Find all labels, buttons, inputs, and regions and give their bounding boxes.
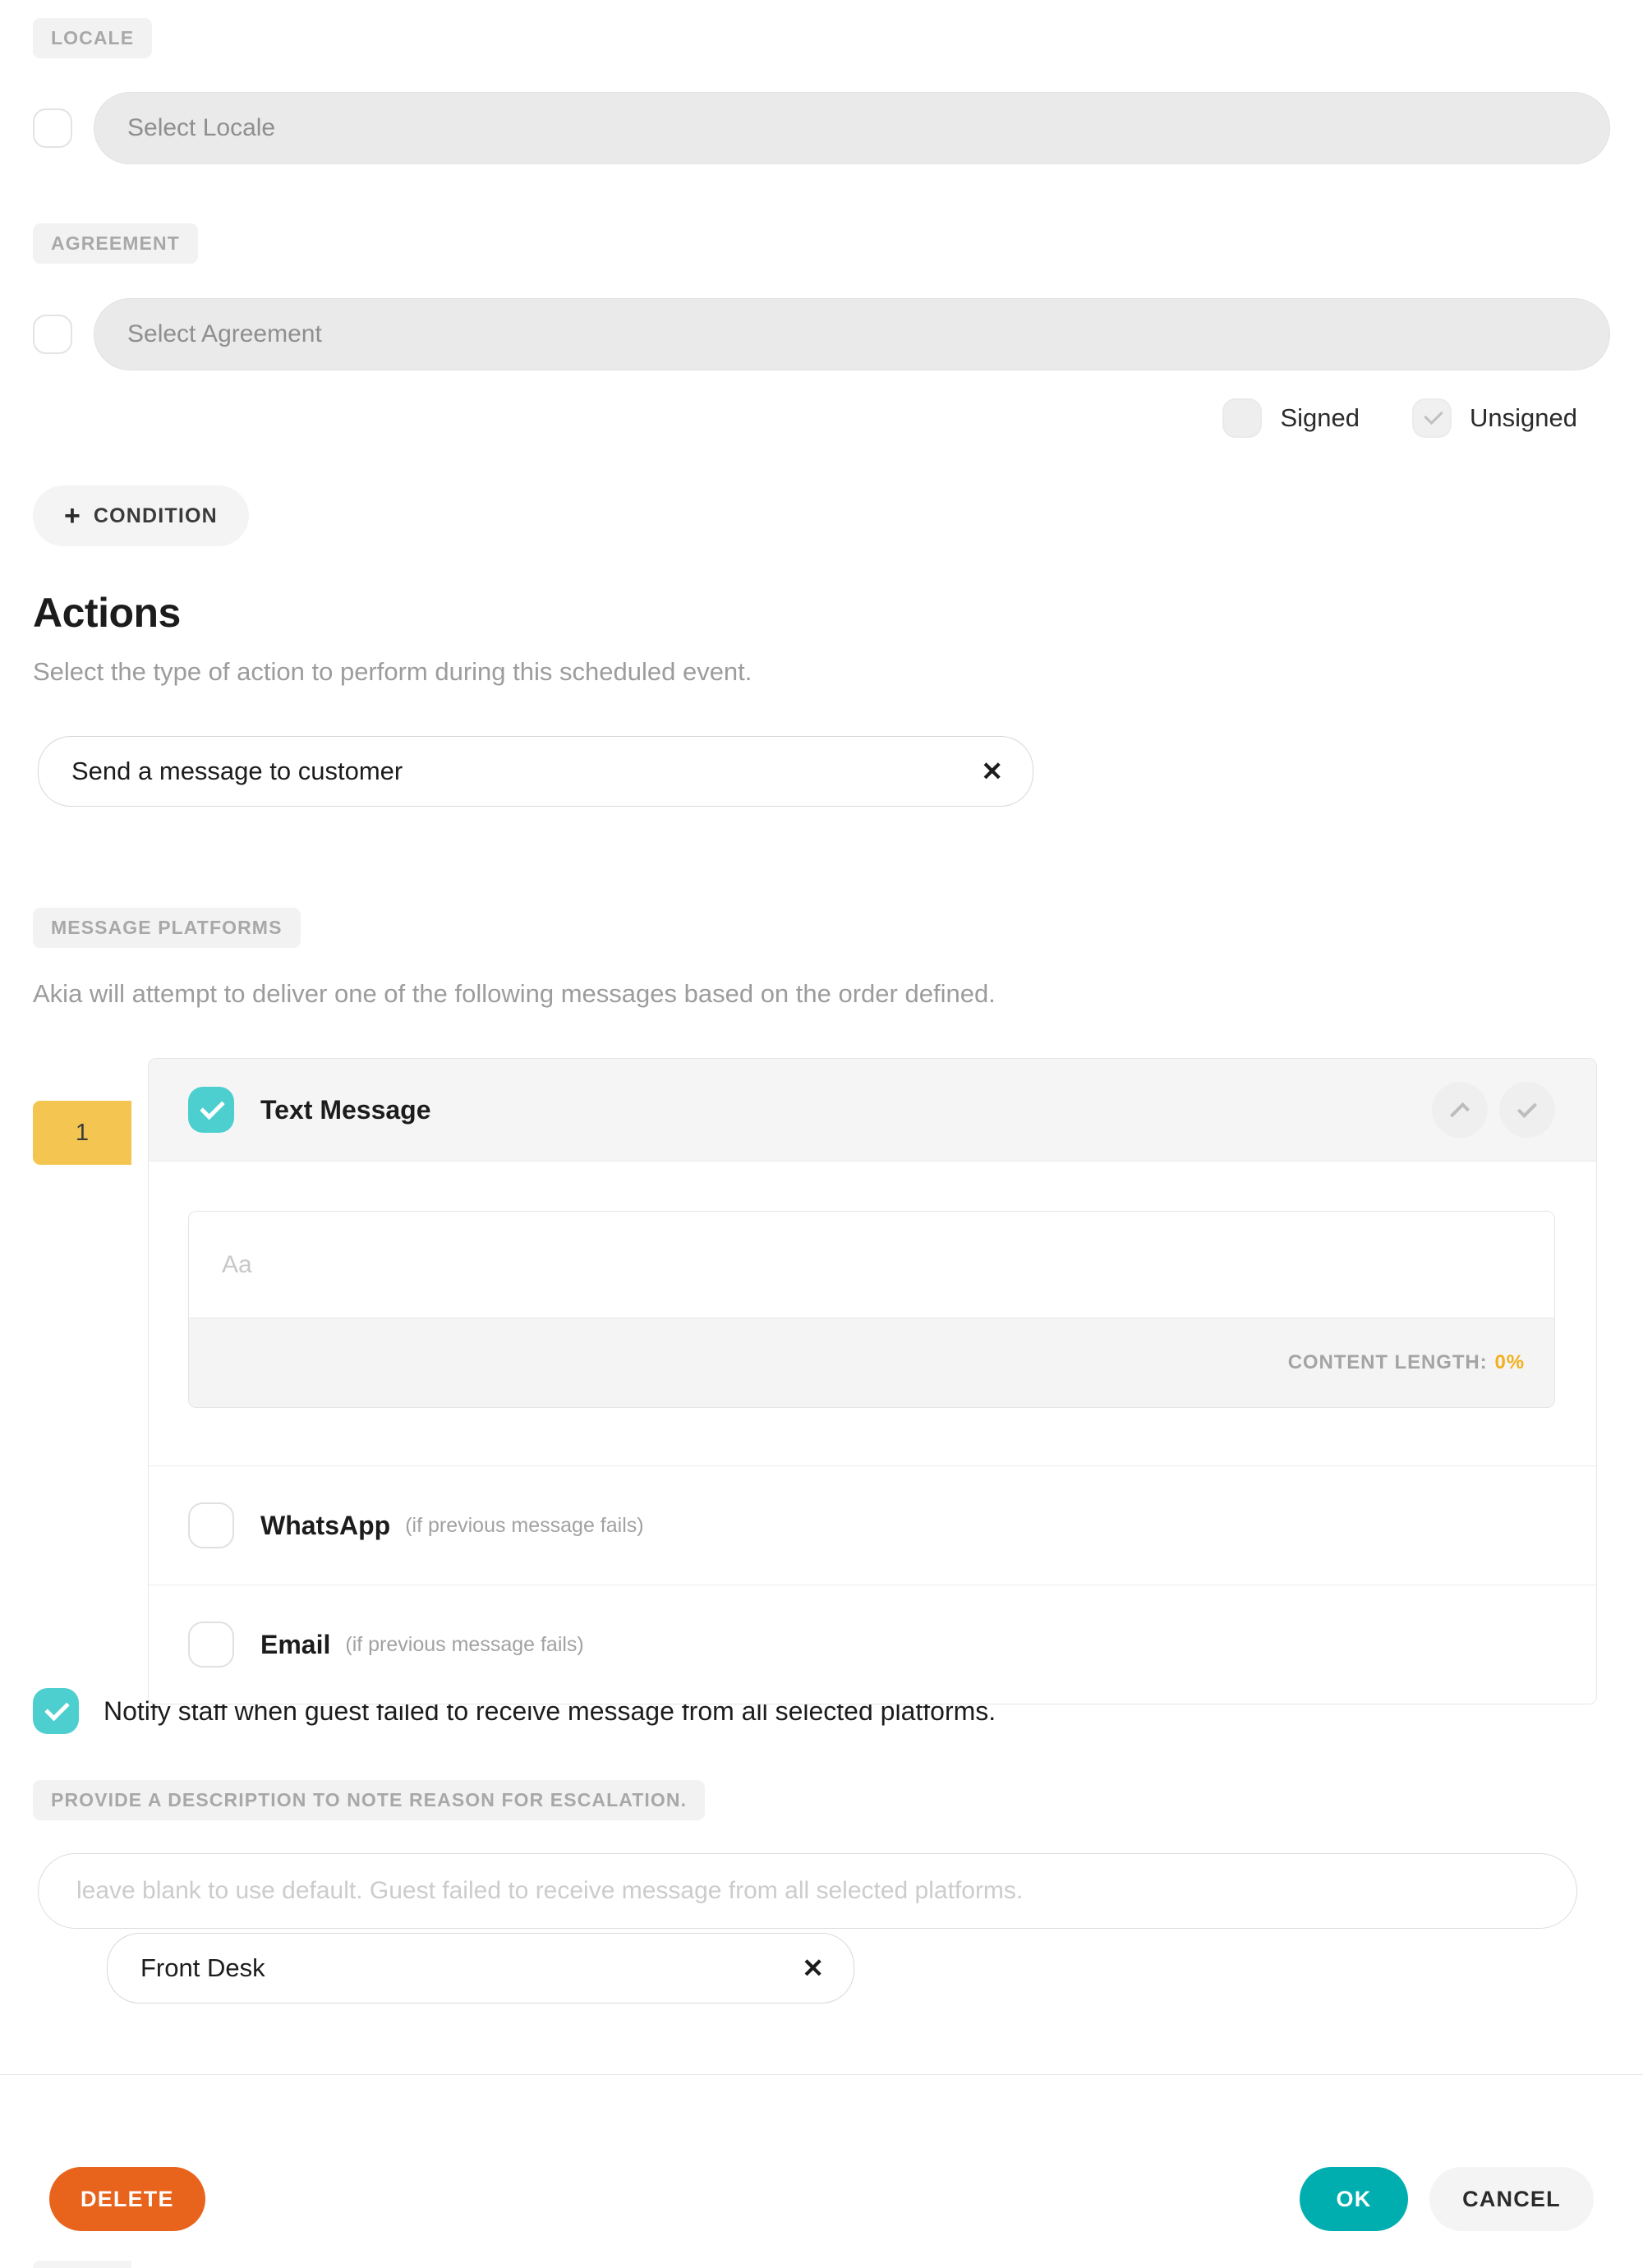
signed-option[interactable]: Signed [1222, 398, 1360, 438]
remove-action-icon[interactable]: ✕ [981, 758, 1003, 784]
escalation-description-placeholder: leave blank to use default. Guest failed… [76, 1877, 1024, 1904]
message-input-placeholder: Aa [222, 1250, 252, 1278]
checkbox-checked-icon[interactable] [188, 1087, 234, 1133]
footer-divider [0, 2074, 1643, 2075]
plus-icon: + [64, 500, 81, 531]
move-up-button[interactable] [1432, 1082, 1488, 1138]
selected-action-wrap: Send a message to customer ✕ [38, 736, 1033, 807]
agreement-select-placeholder: Select Agreement [127, 320, 322, 347]
platform-hint-whatsapp: (if previous message fails) [405, 1513, 644, 1537]
platform-row-text-message[interactable]: Text Message [149, 1059, 1596, 1162]
cancel-button-label: CANCEL [1462, 2186, 1561, 2211]
chevron-up-icon [1449, 1102, 1470, 1122]
assignee-label: Front Desk [140, 1953, 265, 1982]
selected-action-label: Send a message to customer [71, 757, 403, 785]
ok-button[interactable]: OK [1300, 2167, 1408, 2231]
ok-button-label: OK [1336, 2186, 1372, 2211]
add-condition-label: CONDITION [93, 504, 218, 527]
platform-order-1: 1 [75, 1119, 90, 1146]
platform-name-whatsapp: WhatsApp [260, 1510, 391, 1540]
message-platforms-label-chip: MESSAGE PLATFORMS [33, 908, 301, 948]
locale-field-row: Select Locale [33, 92, 1610, 164]
chevron-down-icon [1516, 1097, 1538, 1118]
actions-title: Actions [33, 590, 181, 636]
platform-row-email[interactable]: Email (if previous message fails) [149, 1585, 1596, 1704]
locale-radio-toggle[interactable] [33, 108, 72, 148]
delete-button-label: DELETE [81, 2186, 174, 2211]
checkbox-checked-icon[interactable] [33, 1688, 79, 1734]
escalation-input-wrap: leave blank to use default. Guest failed… [38, 1853, 1577, 1929]
locale-select-placeholder: Select Locale [127, 114, 276, 141]
delete-button[interactable]: DELETE [49, 2167, 205, 2231]
locale-select[interactable]: Select Locale [94, 92, 1610, 164]
agreement-radio-toggle[interactable] [33, 315, 72, 354]
locale-label: LOCALE [33, 18, 153, 58]
remove-assignee-icon[interactable]: ✕ [802, 1955, 824, 1981]
checkbox-empty-icon[interactable] [188, 1622, 234, 1668]
agreement-label: AGREEMENT [33, 223, 198, 264]
platform-hint-email: (if previous message fails) [345, 1632, 584, 1656]
move-down-button[interactable] [1499, 1082, 1555, 1138]
actions-subtitle: Select the type of action to perform dur… [33, 657, 752, 686]
message-input[interactable]: Aa [189, 1212, 1554, 1318]
checkbox-empty-icon[interactable] [1222, 398, 1263, 438]
platform-row-whatsapp[interactable]: WhatsApp (if previous message fails) [149, 1465, 1596, 1585]
message-editor: Aa CONTENT LENGTH: 0% [188, 1211, 1555, 1408]
platform-order-badge-1: 1 [33, 1101, 131, 1165]
add-condition-button[interactable]: + CONDITION [33, 485, 249, 546]
assignee-wrap: Front Desk ✕ [107, 1933, 854, 2003]
agreement-status-options: Signed Unsigned [0, 398, 1610, 438]
platform-name-email: Email [260, 1629, 331, 1659]
content-length-value: 0% [1494, 1351, 1525, 1373]
text-message-body: Aa CONTENT LENGTH: 0% [149, 1162, 1596, 1465]
cancel-button[interactable]: CANCEL [1429, 2167, 1594, 2231]
selected-action-chip[interactable]: Send a message to customer ✕ [38, 736, 1033, 807]
unsigned-option-label: Unsigned [1470, 403, 1577, 432]
message-platform-card: Text Message Aa CONTENT LENGTH: 0% Whats… [148, 1058, 1597, 1704]
agreement-label-chip: AGREEMENT [33, 223, 198, 264]
platform-name-text-message: Text Message [260, 1094, 431, 1125]
scheduled-event-editor: LOCALE Select Locale AGREEMENT Select Ag… [0, 0, 1643, 2268]
platform-order-badge-2: 2 [33, 2261, 131, 2268]
message-platforms-list: 1 2 3 Text Message [33, 1058, 1597, 2268]
footer-action-bar: DELETE OK CANCEL [0, 2167, 1643, 2231]
unsigned-option[interactable]: Unsigned [1412, 398, 1577, 438]
message-platforms-description-wrap: Akia will attempt to deliver one of the … [33, 979, 996, 1009]
message-editor-footer: CONTENT LENGTH: 0% [189, 1318, 1554, 1407]
agreement-field-row: Select Agreement [33, 298, 1610, 370]
add-condition-wrap: + CONDITION [33, 485, 249, 546]
assignee-chip[interactable]: Front Desk ✕ [107, 1933, 854, 2003]
locale-label-chip: LOCALE [33, 18, 153, 58]
actions-subtitle-wrap: Select the type of action to perform dur… [33, 657, 752, 687]
checkbox-checked-icon[interactable] [1412, 398, 1452, 438]
actions-title-wrap: Actions [33, 589, 181, 637]
escalation-description-label: PROVIDE A DESCRIPTION TO NOTE REASON FOR… [33, 1780, 706, 1820]
message-platforms-label: MESSAGE PLATFORMS [33, 908, 301, 948]
agreement-select[interactable]: Select Agreement [94, 298, 1610, 370]
signed-option-label: Signed [1280, 403, 1360, 432]
escalation-label-chip: PROVIDE A DESCRIPTION TO NOTE REASON FOR… [33, 1780, 706, 1820]
content-length-label: CONTENT LENGTH: [1287, 1351, 1488, 1373]
message-platforms-description: Akia will attempt to deliver one of the … [33, 979, 996, 1008]
escalation-description-input[interactable]: leave blank to use default. Guest failed… [38, 1853, 1577, 1929]
checkbox-empty-icon[interactable] [188, 1502, 234, 1548]
